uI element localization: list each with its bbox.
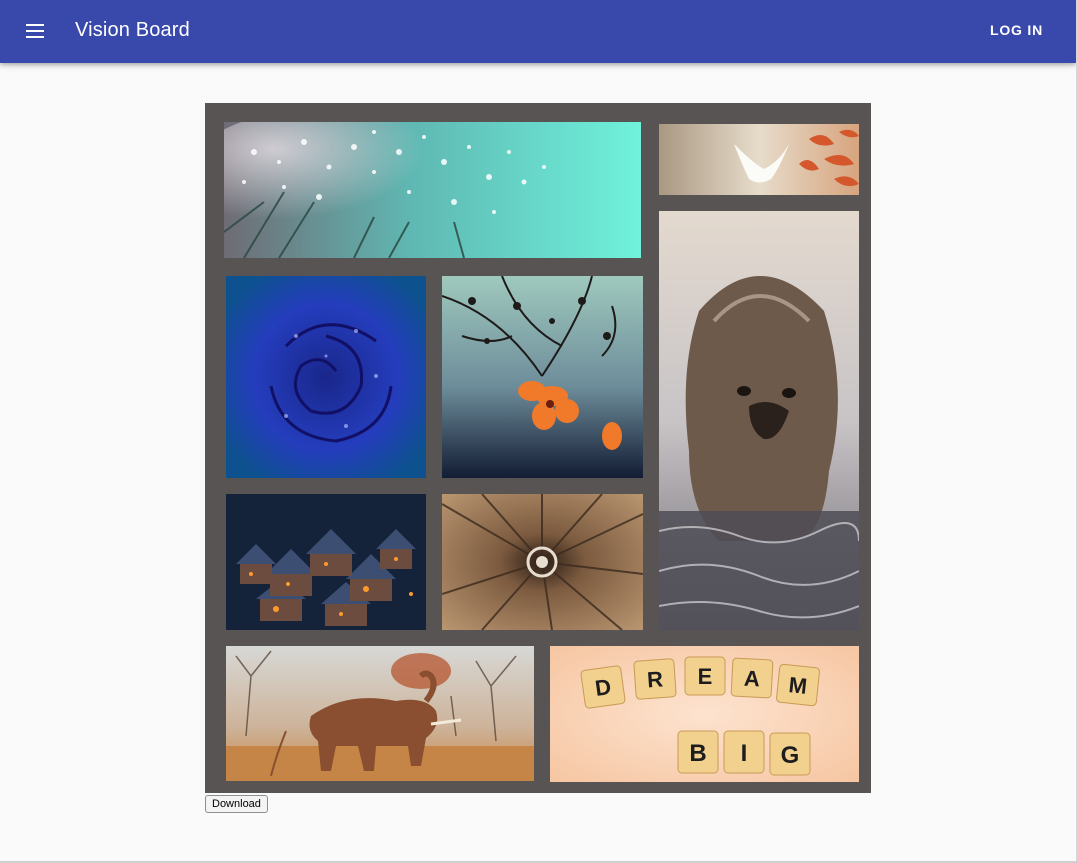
app-title: Vision Board [75,19,190,41]
download-button[interactable]: Download [205,795,268,813]
image-snowy-village[interactable] [226,494,426,630]
tile-letter-b: B [689,740,706,767]
image-dove[interactable] [659,124,859,195]
tile-letter-a: A [743,666,760,692]
image-orange-blossom[interactable] [442,276,643,478]
tile-letter-e: E [698,664,713,689]
image-otter[interactable] [659,211,859,630]
image-elephant[interactable] [226,646,534,781]
image-blue-rose[interactable] [226,276,426,478]
vision-board-canvas: D R E A M B I G [205,103,871,793]
image-dandelion[interactable] [224,122,641,258]
login-button[interactable]: LOG IN [990,22,1043,38]
image-dream-big[interactable]: D R E A M B I G [550,646,859,782]
app-bar: Vision Board LOG IN [0,0,1076,63]
tile-letter-m: M [788,672,809,699]
menu-icon[interactable] [19,15,51,47]
tile-letter-i: I [741,740,748,767]
image-spiral-staircase[interactable] [442,494,643,630]
tile-letter-r: R [646,666,664,692]
tile-letter-g: G [781,742,800,769]
